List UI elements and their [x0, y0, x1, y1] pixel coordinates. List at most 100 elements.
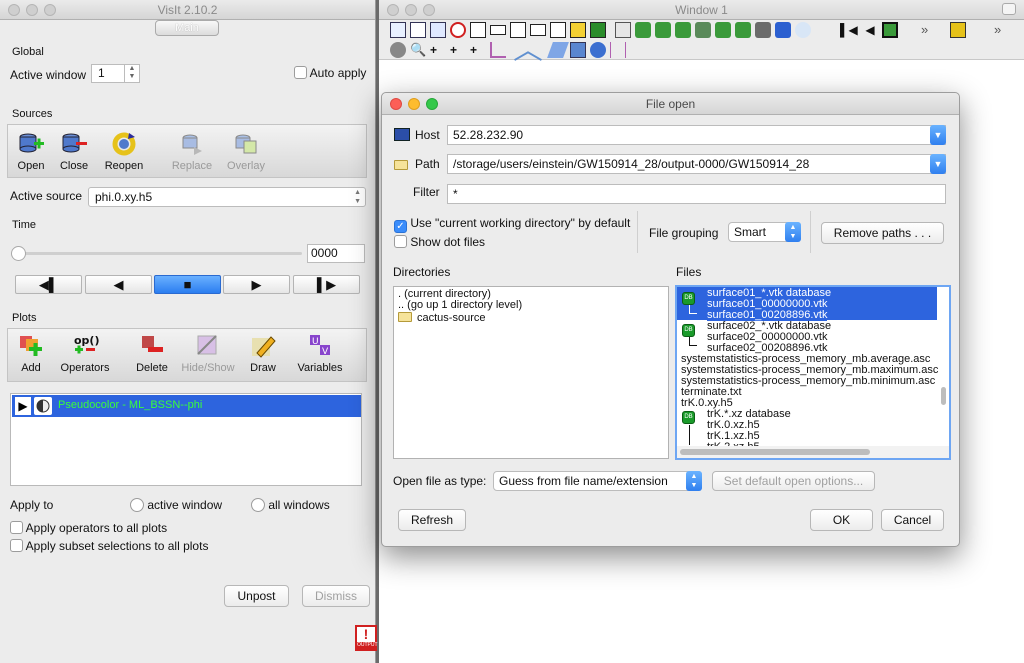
delete-plot-button[interactable]: Delete	[131, 333, 173, 374]
box-tool-icon[interactable]	[570, 42, 586, 58]
use-cwd-row[interactable]: ✓ Use "current working directory" by def…	[394, 216, 630, 233]
clone-window-icon[interactable]	[430, 22, 446, 38]
file-grouping-arrows-icon[interactable]: ▲ ▼	[785, 222, 801, 242]
apply-operators-row[interactable]: Apply operators to all plots	[10, 521, 167, 535]
recenter-icon[interactable]	[735, 22, 751, 38]
apply-all-windows-radio[interactable]: all windows	[251, 498, 330, 512]
plot-list[interactable]: ▶ Pseudocolor - ML_BSSN--phi	[10, 393, 362, 486]
layout-3x3-icon[interactable]	[550, 22, 566, 38]
active-source-combo[interactable]: phi.0.xy.h5 ▲ ▼	[88, 187, 366, 207]
filter-input[interactable]: *	[447, 184, 946, 204]
active-window-icon[interactable]	[570, 22, 586, 38]
plot-list-item[interactable]: ▶ Pseudocolor - ML_BSSN--phi	[12, 395, 361, 417]
path-dropdown-icon[interactable]: ▼	[930, 154, 946, 174]
play-reverse-button[interactable]: ◀	[85, 275, 152, 294]
step-back-button[interactable]: ◀▌	[15, 275, 82, 294]
draw-button[interactable]: Draw	[242, 333, 284, 374]
all-windows-radio-button[interactable]	[251, 498, 265, 512]
files-list[interactable]: DB surface01_*.vtk database surface01_00…	[675, 285, 951, 460]
fullscreen-icon[interactable]	[1002, 3, 1016, 15]
apply-subset-checkbox[interactable]	[10, 539, 23, 552]
camera-icon[interactable]	[695, 22, 711, 38]
lock-time-icon[interactable]	[655, 22, 671, 38]
file-grouping-combo[interactable]: Smart ▲ ▼	[728, 222, 801, 242]
add-plot-button[interactable]: Add	[10, 333, 52, 374]
animation-reverse-icon[interactable]: ◀	[862, 22, 878, 38]
spreadsheet-pick-icon[interactable]: +	[470, 42, 486, 58]
time-state-field[interactable]: 0000	[307, 244, 365, 263]
operators-button[interactable]: op() Operators	[56, 333, 114, 374]
layout-1x1-icon[interactable]	[470, 22, 486, 38]
output-indicator-button[interactable]: ! OUTPUT	[355, 625, 378, 651]
directory-item[interactable]: cactus-source	[398, 312, 485, 324]
curve-pick-icon[interactable]	[490, 42, 506, 58]
active-window-spinner[interactable]: 1	[91, 64, 125, 83]
stop-button[interactable]: ■	[154, 275, 221, 294]
expand-plot-icon[interactable]: ▶	[15, 397, 31, 415]
files-hscrollbar[interactable]	[680, 449, 870, 455]
layout-2x3-icon[interactable]	[530, 24, 546, 36]
layout-2x2-icon[interactable]	[510, 22, 526, 38]
active-window-spinner-arrows[interactable]: ▲ ▼	[124, 64, 140, 83]
open-source-button[interactable]: Open	[10, 131, 52, 172]
auto-apply-checkbox[interactable]	[294, 66, 307, 79]
open-as-combo[interactable]: Guess from file name/extension ▲ ▼	[493, 471, 702, 491]
gui-title: VisIt 2.10.2	[157, 3, 218, 17]
animation-back-icon[interactable]: ▌◀	[840, 22, 858, 38]
lock-view-icon[interactable]	[635, 22, 651, 38]
variables-button[interactable]: UV Variables	[290, 333, 350, 374]
line-tool-icon[interactable]	[527, 39, 549, 61]
apply-active-window-radio[interactable]: active window	[130, 498, 222, 512]
files-vscrollbar[interactable]	[941, 387, 946, 405]
ok-button[interactable]: OK	[810, 509, 873, 531]
apply-subset-row[interactable]: Apply subset selections to all plots	[10, 539, 208, 553]
animation-stop-icon[interactable]	[882, 22, 898, 38]
zone-pick-icon[interactable]: +	[430, 42, 446, 58]
toolbar-overflow-icon[interactable]: »	[921, 22, 928, 37]
apply-operators-checkbox[interactable]	[10, 521, 23, 534]
reopen-source-button[interactable]: Reopen	[102, 131, 146, 172]
step-forward-button[interactable]: ▌▶	[293, 275, 360, 294]
remove-paths-button[interactable]: Remove paths . . .	[821, 222, 944, 244]
path-combo[interactable]: /storage/users/einstein/GW150914_28/outp…	[447, 154, 946, 174]
sphere-tool-icon[interactable]	[590, 42, 606, 58]
tab-main[interactable]: Main	[155, 20, 219, 36]
reset-view-icon[interactable]	[715, 22, 731, 38]
directory-item[interactable]: .. (go up 1 directory level)	[398, 300, 522, 311]
show-dot-row[interactable]: Show dot files	[394, 235, 485, 249]
axis-restriction-icon[interactable]	[610, 42, 626, 58]
plane-tool-icon[interactable]	[547, 42, 569, 58]
svg-text:op(): op()	[74, 334, 99, 347]
invert-background-icon[interactable]	[775, 22, 791, 38]
navigate-icon[interactable]	[390, 42, 406, 58]
cancel-button[interactable]: Cancel	[881, 509, 944, 531]
open-as-arrows-icon[interactable]: ▲ ▼	[686, 471, 702, 491]
unpost-button[interactable]: Unpost	[224, 585, 289, 607]
time-slider-handle[interactable]	[11, 246, 26, 261]
auto-apply-checkbox-row[interactable]: Auto apply	[294, 66, 366, 80]
undo-view-icon[interactable]	[755, 22, 771, 38]
zoom-icon[interactable]: 🔍	[410, 42, 426, 58]
image-save-icon[interactable]	[950, 22, 966, 38]
play-button[interactable]: ▶	[223, 275, 290, 294]
use-cwd-checkbox[interactable]: ✓	[394, 220, 407, 233]
checkbox-window-icon[interactable]	[390, 22, 406, 38]
lock-tools-icon[interactable]	[675, 22, 691, 38]
directories-list[interactable]: . (current directory) .. (go up 1 direct…	[393, 286, 669, 459]
toolbar-overflow-2-icon[interactable]: »	[994, 22, 1001, 37]
node-pick-icon[interactable]: +	[450, 42, 466, 58]
show-dot-checkbox[interactable]	[394, 235, 407, 248]
3d-view-icon[interactable]	[615, 22, 631, 38]
host-dropdown-icon[interactable]: ▼	[930, 125, 946, 145]
new-window-icon[interactable]	[410, 22, 426, 38]
refresh-button[interactable]: Refresh	[398, 509, 466, 531]
delete-window-icon[interactable]	[450, 22, 466, 38]
spin-mode-icon[interactable]	[590, 22, 606, 38]
lineout-icon[interactable]	[507, 39, 529, 61]
time-slider-track[interactable]	[16, 252, 302, 255]
active-window-radio-button[interactable]	[130, 498, 144, 512]
close-source-button[interactable]: Close	[53, 131, 95, 172]
host-combo[interactable]: 52.28.232.90 ▼	[447, 125, 946, 145]
clear-icon[interactable]	[795, 22, 811, 38]
layout-1x2-icon[interactable]	[490, 25, 506, 35]
